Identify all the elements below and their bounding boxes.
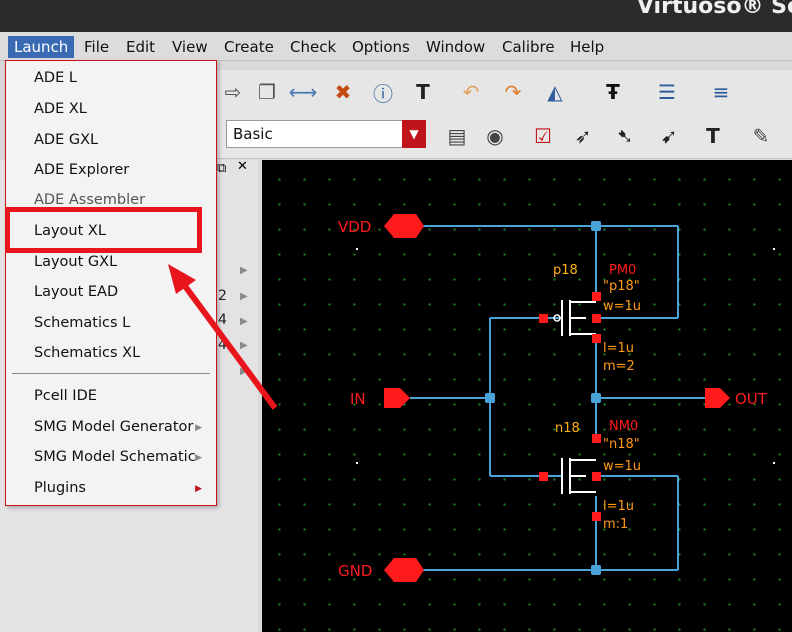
pmos-length: l=1u — [603, 341, 634, 356]
undo-icon[interactable]: ↶ — [454, 75, 488, 109]
expand-arrow-icon[interactable]: ▶ — [240, 291, 248, 302]
main-toolbar: ⇨ ❐ ⟷ ✖ ⓘ T ↶ ↷ ◭ Ŧ ☰ ≡ — [216, 70, 792, 114]
view-icon[interactable]: ▤ — [440, 119, 474, 153]
menu-calibre[interactable]: Calibre — [496, 36, 561, 58]
menu-item-smg-model-schematic[interactable]: SMG Model Schematic — [34, 449, 196, 465]
pointer-net-icon[interactable]: ➷ — [608, 119, 642, 153]
pointer-inst-icon[interactable]: ➹ — [652, 119, 686, 153]
menu-item-smg-model-generator[interactable]: SMG Model Generator — [34, 419, 193, 435]
menu-file[interactable]: File — [78, 36, 115, 58]
out-label: OUT — [735, 390, 768, 408]
nmos-mult: m:1 — [603, 517, 628, 532]
menu-create[interactable]: Create — [218, 36, 280, 58]
menu-item-schematics-xl[interactable]: Schematics XL — [34, 345, 140, 361]
vdd-pin — [384, 214, 424, 238]
nmos-width: w=1u — [603, 459, 641, 474]
menu-help[interactable]: Help — [564, 36, 610, 58]
menu-check[interactable]: Check — [284, 36, 342, 58]
menu-options[interactable]: Options — [346, 36, 416, 58]
eye-filter-icon[interactable]: ◉ — [478, 119, 512, 153]
submenu-arrow-icon: ▶ — [195, 423, 202, 433]
expand-arrow-icon[interactable]: ▶ — [240, 340, 248, 351]
menu-item-pcell-ide[interactable]: Pcell IDE — [34, 388, 97, 404]
forward-icon[interactable]: ⇨ — [216, 75, 250, 109]
align-icon[interactable]: ☰ — [650, 75, 684, 109]
menu-item-plugins[interactable]: Plugins — [34, 480, 86, 496]
menu-item-ade-gxl[interactable]: ADE GXL — [34, 132, 98, 148]
schematic-drawing: VDD IN OUT GND p18 PM0 "p18" w=1u l=1u m… — [338, 214, 775, 582]
pmos-mult: m=2 — [603, 359, 635, 374]
count-label: 4 — [218, 312, 227, 328]
menu-item-ade-xl[interactable]: ADE XL — [34, 101, 87, 117]
nmos-instance: NM0 — [609, 419, 638, 434]
vdd-label: VDD — [338, 218, 371, 236]
expand-arrow-icon[interactable]: ▶ — [240, 366, 248, 377]
menu-item-layout-gxl[interactable]: Layout GXL — [34, 254, 117, 270]
info-icon[interactable]: ⓘ — [366, 75, 400, 109]
count-label: 2 — [218, 288, 227, 304]
select-check-icon[interactable]: ☑ — [526, 119, 560, 153]
count-label: 4 — [218, 337, 227, 353]
menu-separator — [12, 373, 210, 374]
distribute-icon[interactable]: ≡ — [704, 75, 738, 109]
pmos-instance: PM0 — [609, 263, 636, 278]
layout-xl-highlight — [5, 207, 202, 253]
pmos-width: w=1u — [603, 299, 641, 314]
expand-arrow-icon[interactable]: ▶ — [240, 316, 248, 327]
filter-combo-value: Basic — [233, 125, 273, 143]
menu-view[interactable]: View — [166, 36, 214, 58]
copy-icon[interactable]: ❐ — [250, 75, 284, 109]
expand-arrow-icon[interactable]: ▶ — [240, 265, 248, 276]
pane-controls: ⧉ ✕ — [215, 159, 255, 179]
menubar: Launch File Edit View Create Check Optio… — [0, 32, 792, 61]
nmos-model: n18 — [555, 421, 580, 436]
close-icon[interactable]: ✕ — [237, 159, 248, 174]
nmos-symbol — [561, 458, 596, 494]
menu-item-ade-assembler[interactable]: ADE Assembler — [34, 192, 145, 208]
pmos-cell: "p18" — [603, 279, 640, 294]
rotate-icon[interactable]: ◭ — [538, 75, 572, 109]
window-titlebar: Virtuoso® Sc — [0, 0, 792, 32]
pointer-text-icon[interactable]: T — [696, 119, 730, 153]
pmos-symbol — [561, 300, 596, 336]
menu-item-ade-l[interactable]: ADE L — [34, 70, 77, 86]
gnd-pin — [384, 558, 424, 582]
filter-combo[interactable]: Basic ▼ — [226, 120, 426, 148]
out-pin — [705, 388, 730, 408]
submenu-arrow-icon: ▶ — [195, 453, 202, 463]
pointer-plus-icon[interactable]: ➶ — [566, 119, 600, 153]
menu-item-ade-explorer[interactable]: ADE Explorer — [34, 162, 129, 178]
nmos-cell: "n18" — [603, 437, 640, 452]
text-pen-icon[interactable]: T — [406, 75, 440, 109]
schematic-canvas[interactable]: VDD IN OUT GND p18 PM0 "p18" w=1u l=1u m… — [262, 160, 792, 632]
in-pin — [384, 388, 410, 408]
nmos-length: l=1u — [603, 499, 634, 514]
menu-launch[interactable]: Launch — [8, 36, 75, 58]
edit-doc-icon[interactable]: ✎ — [744, 119, 778, 153]
text-up-icon[interactable]: Ŧ — [596, 75, 630, 109]
launch-menu: ADE L ADE XL ADE GXL ADE Explorer ADE As… — [5, 60, 217, 506]
menu-edit[interactable]: Edit — [120, 36, 161, 58]
redo-icon[interactable]: ↷ — [496, 75, 530, 109]
stretch-icon[interactable]: ⟷ — [286, 75, 320, 109]
menu-item-layout-ead[interactable]: Layout EAD — [34, 284, 118, 300]
gnd-label: GND — [338, 562, 372, 580]
menu-window[interactable]: Window — [420, 36, 491, 58]
chevron-down-icon[interactable]: ▼ — [402, 120, 426, 148]
menu-item-schematics-l[interactable]: Schematics L — [34, 315, 130, 331]
in-label: IN — [350, 390, 366, 408]
float-icon[interactable]: ⧉ — [217, 161, 226, 176]
submenu-arrow-icon: ▶ — [195, 484, 202, 494]
pmos-model: p18 — [553, 263, 578, 278]
window-title: Virtuoso® Sc — [636, 0, 792, 19]
delete-icon[interactable]: ✖ — [326, 75, 360, 109]
